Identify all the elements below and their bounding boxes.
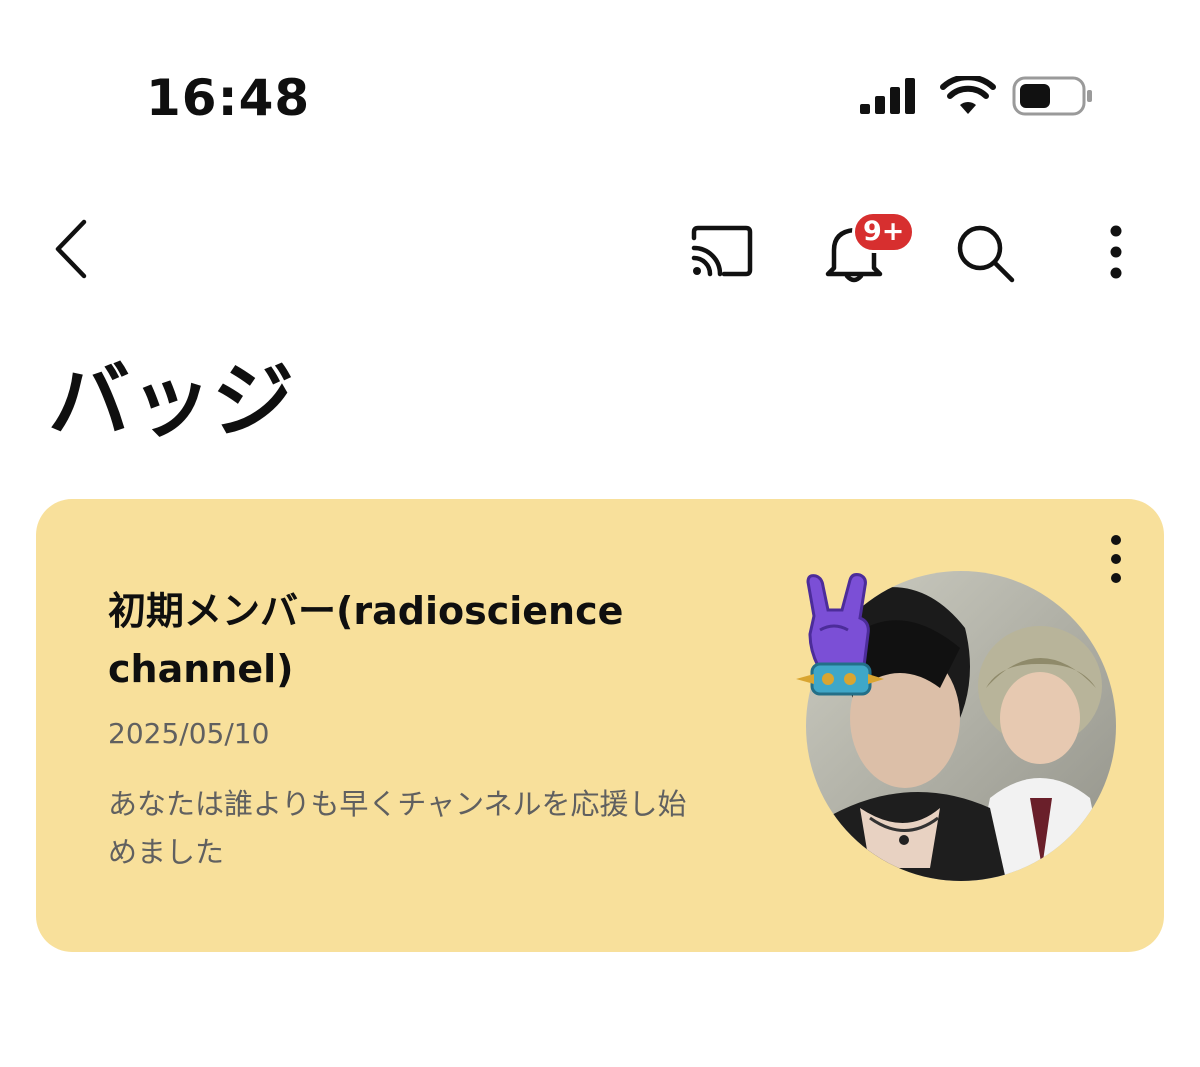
badge-name: 初期メンバー(radioscience channel)	[108, 589, 624, 691]
status-time: 16:48	[146, 69, 311, 127]
wifi-icon	[940, 76, 996, 114]
chevron-left-icon[interactable]	[46, 216, 94, 282]
battery-icon	[1012, 76, 1092, 116]
more-vertical-icon[interactable]	[1098, 222, 1134, 282]
badge-avatar-group	[790, 568, 1130, 902]
cast-icon[interactable]	[688, 224, 756, 278]
badge-date: 2025/05/10	[108, 717, 270, 750]
badge-description: あなたは誰よりも早くチャンネルを応援し始めました	[108, 787, 687, 869]
notification-count-badge: 9+	[852, 211, 916, 253]
search-icon[interactable]	[954, 222, 1016, 284]
rock-hand-icon	[796, 573, 884, 696]
cellular-signal-icon	[860, 78, 915, 114]
page-title: バッジ	[48, 354, 295, 449]
